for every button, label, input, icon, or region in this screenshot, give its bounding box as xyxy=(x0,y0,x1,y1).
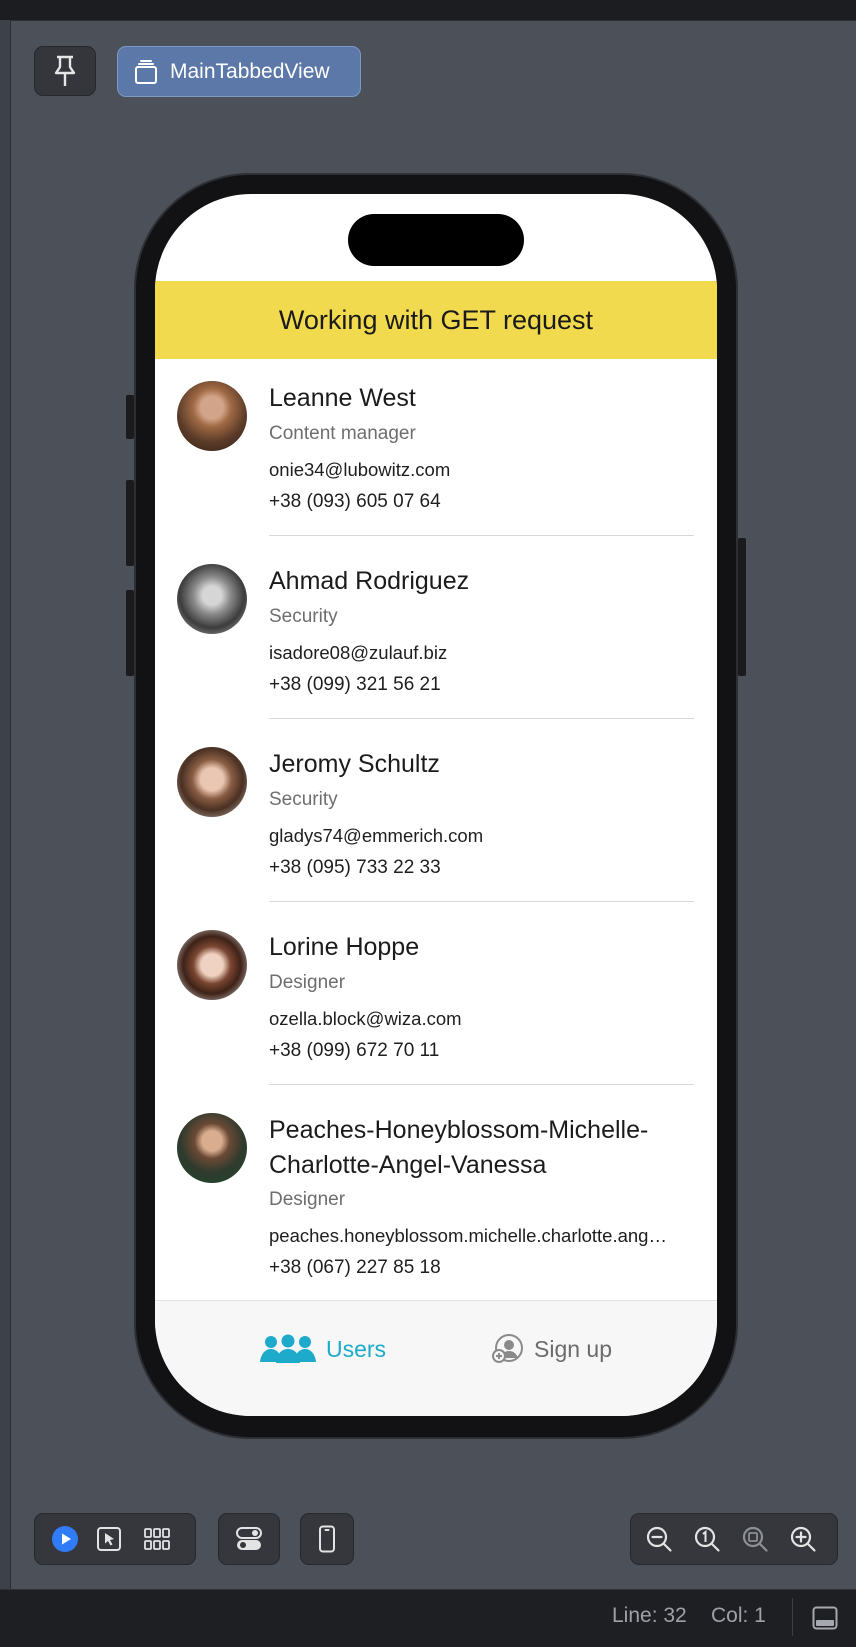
list-item[interactable]: Jeromy Schultz Security gladys74@emmeric… xyxy=(155,725,717,908)
user-email: peaches.honeyblossom.michelle.charlotte.… xyxy=(269,1225,669,1246)
avatar xyxy=(177,930,247,1000)
grid-icon xyxy=(144,1528,170,1550)
line-number: Line: 32 xyxy=(612,1604,687,1627)
device-button[interactable] xyxy=(305,1517,349,1561)
user-name: Leanne West xyxy=(269,384,416,412)
zoom-100-icon xyxy=(693,1525,721,1553)
zoom-out-icon xyxy=(645,1525,673,1553)
view-label: MainTabbedView xyxy=(170,59,330,83)
users-icon xyxy=(260,1334,316,1364)
panel-icon xyxy=(812,1605,838,1631)
device-toolbar xyxy=(300,1513,354,1565)
divider xyxy=(269,535,694,536)
selectable-mode-button[interactable] xyxy=(87,1517,131,1561)
editor-gutter xyxy=(0,20,11,1589)
user-position: Content manager xyxy=(269,423,416,444)
play-icon xyxy=(51,1525,79,1553)
pin-button[interactable] xyxy=(34,46,96,96)
zoom-to-fit-button[interactable] xyxy=(733,1517,777,1561)
list-item[interactable]: Peaches-Honeyblossom-Michelle-Charlotte-… xyxy=(155,1091,717,1294)
toggle-panel-button[interactable] xyxy=(812,1605,838,1631)
user-name: Lorine Hoppe xyxy=(269,933,420,961)
variants-button[interactable] xyxy=(135,1517,179,1561)
user-phone: +38 (099) 672 70 11 xyxy=(269,1040,440,1061)
divider xyxy=(269,901,694,902)
device-settings-button[interactable] xyxy=(227,1517,271,1561)
user-name: Jeromy Schultz xyxy=(269,750,440,778)
user-name: Ahmad Rodriguez xyxy=(269,567,470,595)
user-email: onie34@lubowitz.com xyxy=(269,459,451,480)
user-position: Designer xyxy=(269,972,346,993)
header-title: Working with GET request xyxy=(278,304,594,335)
phone-power-button xyxy=(738,538,746,676)
user-position: Security xyxy=(269,789,338,810)
live-preview-button[interactable] xyxy=(43,1517,87,1561)
pin-icon xyxy=(52,55,78,87)
cursor-select-icon xyxy=(96,1526,122,1552)
tab-users-label: Users xyxy=(326,1335,387,1362)
user-name: Peaches-Honeyblossom-Michelle-Charlotte-… xyxy=(269,1116,649,1179)
phone-volume-down xyxy=(126,590,134,676)
phone-screen: Working with GET request Leanne West Con… xyxy=(155,194,717,1416)
phone-volume-up xyxy=(126,480,134,566)
user-email: gladys74@emmerich.com xyxy=(269,825,484,846)
dynamic-island xyxy=(348,214,524,266)
zoom-in-icon xyxy=(789,1525,817,1553)
user-email: ozella.block@wiza.com xyxy=(269,1008,462,1029)
avatar xyxy=(177,1113,247,1183)
stack-icon xyxy=(134,59,158,85)
zoom-in-button[interactable] xyxy=(781,1517,825,1561)
divider xyxy=(269,1084,694,1085)
column-number: Col: 1 xyxy=(711,1604,766,1627)
user-phone: +38 (067) 227 85 18 xyxy=(269,1257,441,1278)
list-item[interactable]: Ahmad Rodriguez Security isadore08@zulau… xyxy=(155,542,717,725)
tab-users[interactable]: Users xyxy=(260,1331,386,1367)
user-list[interactable]: Leanne West Content manager onie34@lubow… xyxy=(155,359,717,1294)
user-phone: +38 (095) 733 22 33 xyxy=(269,857,441,878)
canvas-settings-toolbar xyxy=(218,1513,280,1565)
avatar xyxy=(177,381,247,451)
zoom-toolbar xyxy=(630,1513,838,1565)
iphone-icon xyxy=(318,1525,336,1553)
user-position: Designer xyxy=(269,1189,346,1210)
user-email: isadore08@zulauf.biz xyxy=(269,642,448,663)
divider xyxy=(792,1598,793,1636)
title-bar xyxy=(0,0,856,21)
zoom-out-button[interactable] xyxy=(637,1517,681,1561)
add-user-icon xyxy=(492,1334,524,1364)
user-phone: +38 (099) 321 56 21 xyxy=(269,674,441,695)
list-item[interactable]: Leanne West Content manager onie34@lubow… xyxy=(155,359,717,542)
header-bar: Working with GET request xyxy=(155,281,717,359)
avatar xyxy=(177,564,247,634)
user-position: Security xyxy=(269,606,338,627)
phone-silent-switch xyxy=(126,395,134,439)
user-phone: +38 (093) 605 07 64 xyxy=(269,491,441,512)
toggle-settings-icon xyxy=(235,1525,263,1553)
divider xyxy=(269,718,694,719)
list-item[interactable]: Lorine Hoppe Designer ozella.block@wiza.… xyxy=(155,908,717,1091)
canvas-mode-toolbar xyxy=(34,1513,196,1565)
tab-sign-up[interactable]: Sign up xyxy=(492,1331,612,1367)
tab-bar: Users Sign up xyxy=(155,1300,717,1416)
tab-sign-up-label: Sign up xyxy=(534,1335,613,1362)
avatar xyxy=(177,747,247,817)
main-tabbed-view-button[interactable]: MainTabbedView xyxy=(117,46,361,97)
zoom-fit-icon xyxy=(741,1525,769,1553)
zoom-actual-size-button[interactable] xyxy=(685,1517,729,1561)
